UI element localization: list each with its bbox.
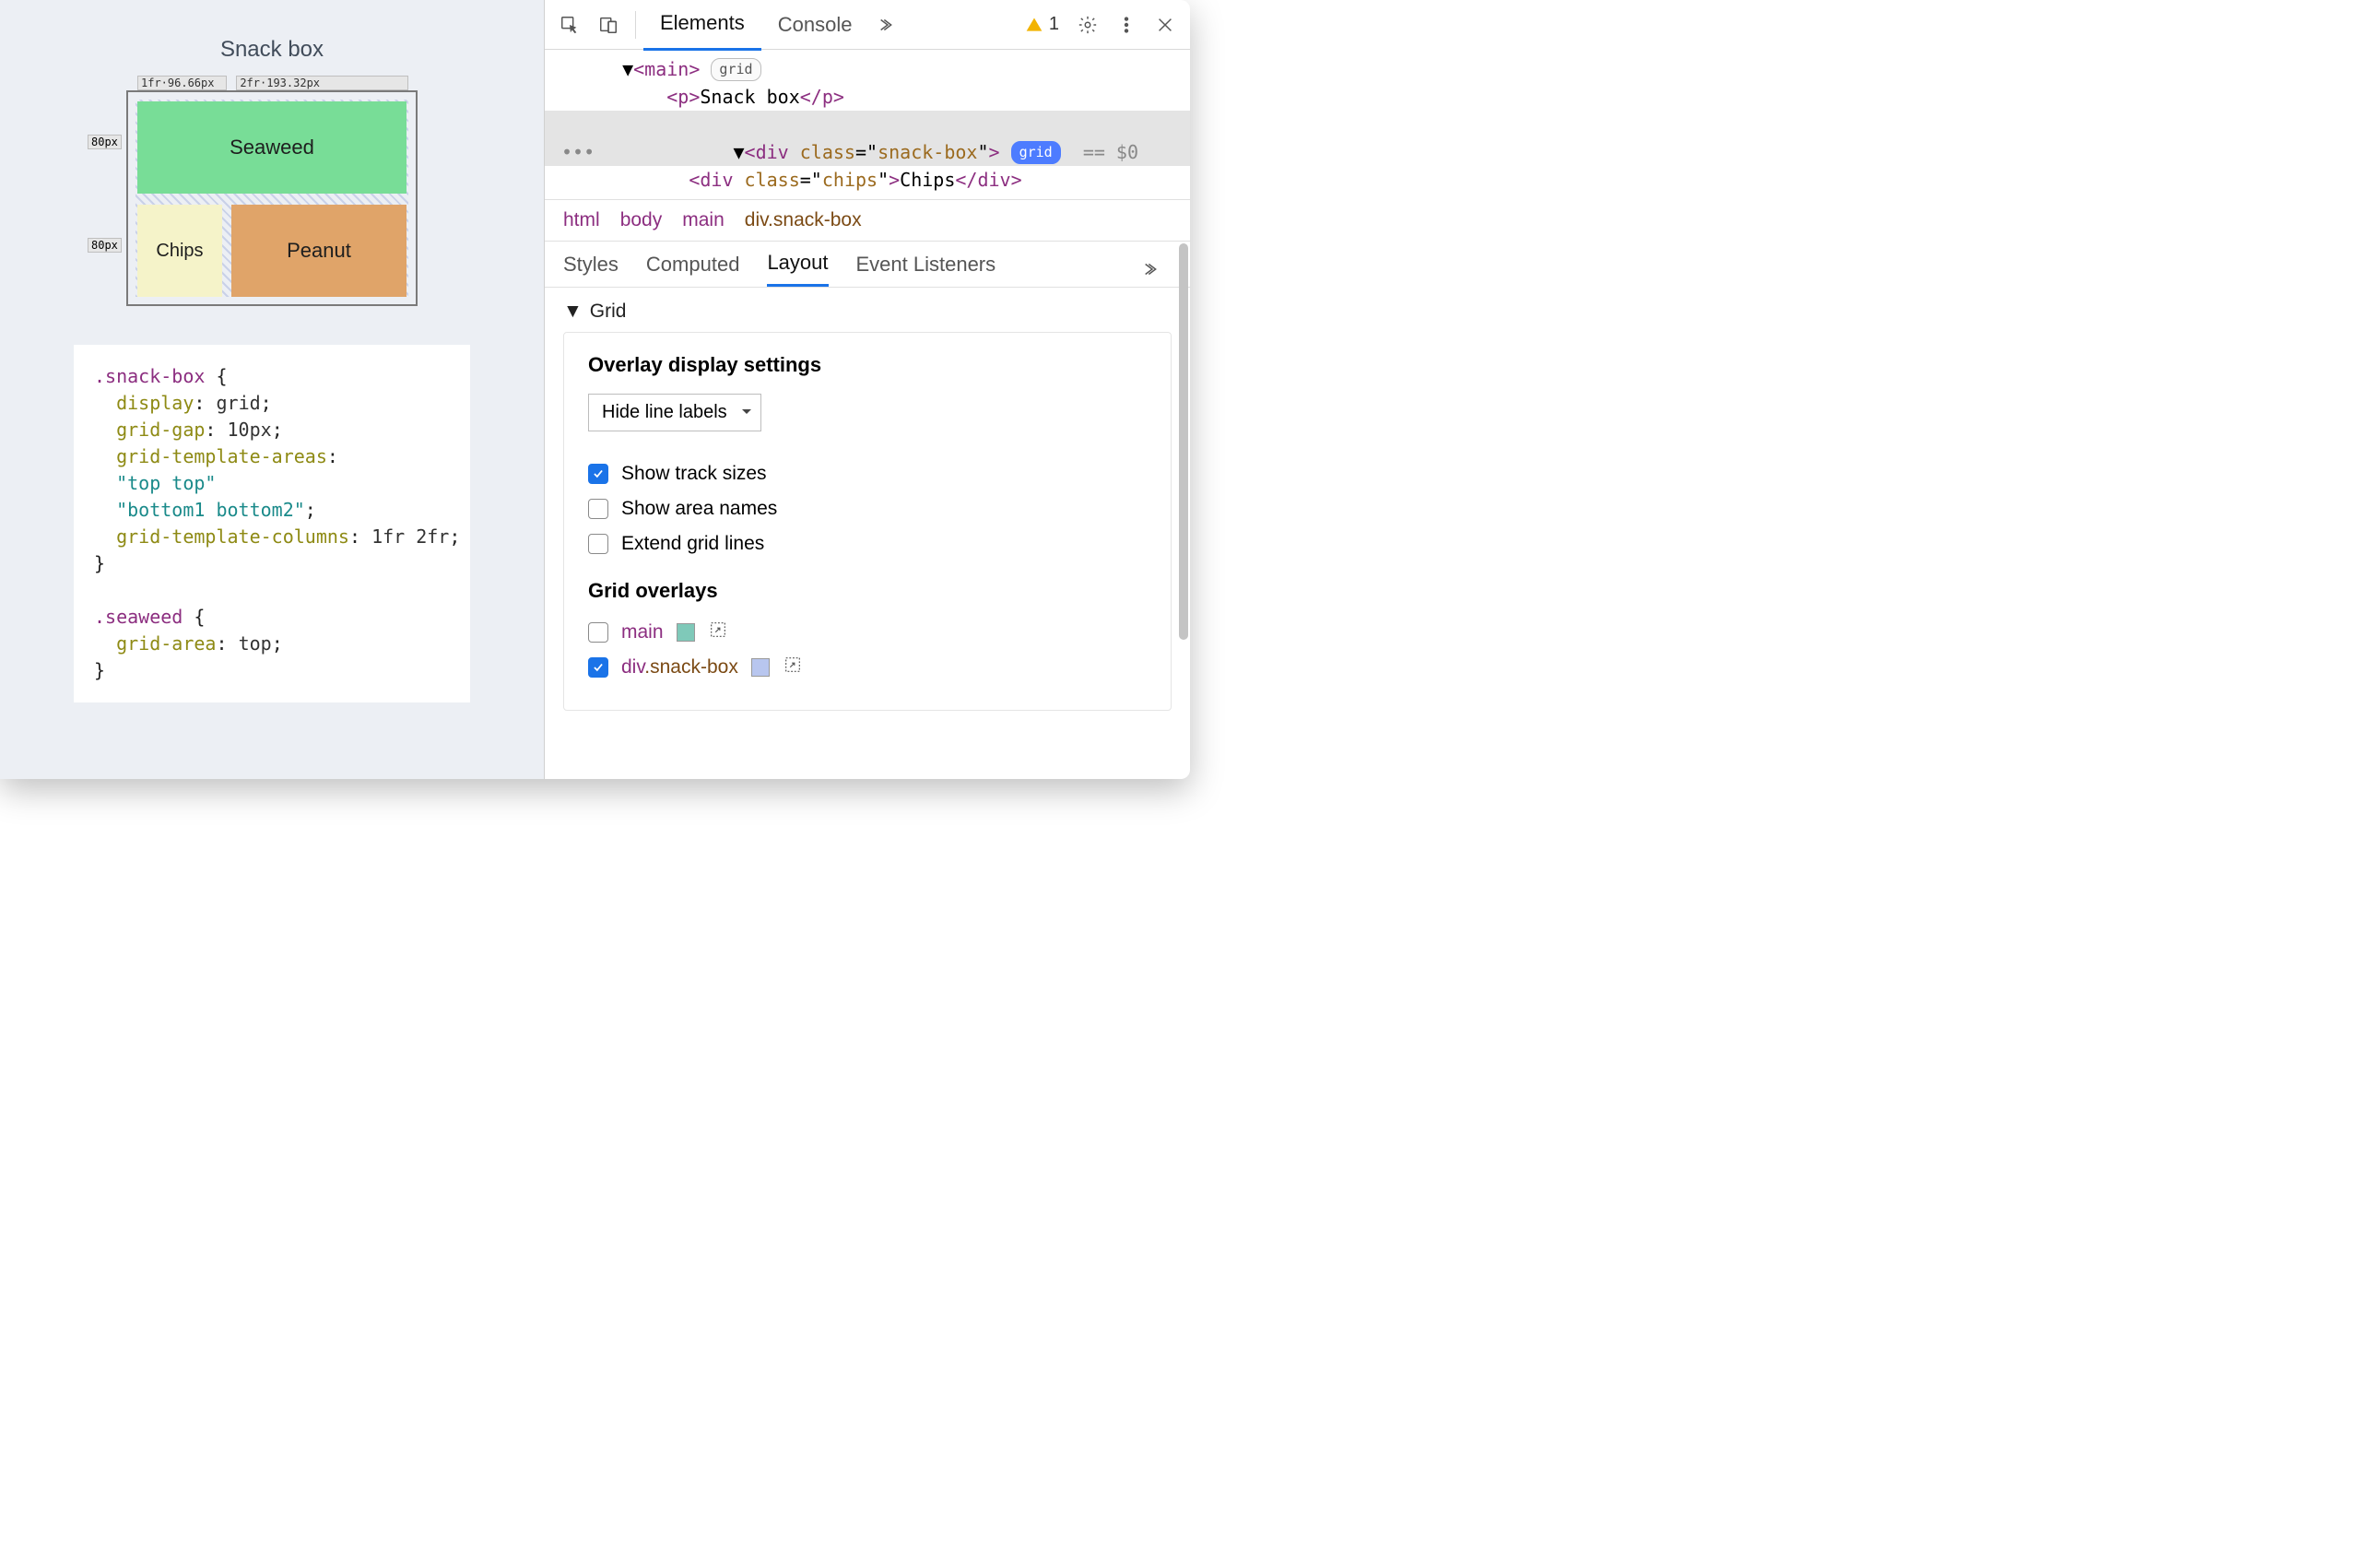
subtab-layout[interactable]: Layout bbox=[767, 251, 828, 287]
gear-icon[interactable] bbox=[1072, 9, 1103, 41]
more-subtabs-icon[interactable] bbox=[1137, 254, 1168, 285]
page-preview: Snack box 1fr·96.66px 2fr·193.32px 80px … bbox=[0, 0, 544, 779]
chk-extend-lines[interactable] bbox=[588, 534, 608, 554]
grid-item-chips: Chips bbox=[137, 205, 222, 297]
crumb-main[interactable]: main bbox=[682, 209, 725, 231]
col-track-label-0: 1fr·96.66px bbox=[137, 76, 227, 90]
col-track-label-1: 2fr·193.32px bbox=[236, 76, 408, 90]
overlay-row-main: main bbox=[588, 620, 1147, 645]
overlay-chk-main[interactable] bbox=[588, 622, 608, 643]
page-title: Snack box bbox=[220, 37, 324, 63]
tab-console[interactable]: Console bbox=[761, 0, 869, 50]
grid-section-toggle[interactable]: ▼ Grid bbox=[563, 288, 1172, 332]
grid-item-seaweed: Seaweed bbox=[137, 101, 406, 194]
overlay-name-main[interactable]: main bbox=[621, 621, 664, 643]
crumb-selected[interactable]: div.snack-box bbox=[745, 209, 862, 231]
dom-tree[interactable]: ▼<main> grid <p>Snack box</p> ••• ▼<div … bbox=[545, 50, 1190, 199]
inspect-icon[interactable] bbox=[554, 9, 585, 41]
grid-visualization: 1fr·96.66px 2fr·193.32px 80px 80px Seawe… bbox=[126, 90, 418, 306]
overlay-highlight-icon[interactable] bbox=[708, 620, 728, 645]
overlay-row-snackbox: div.snack-box bbox=[588, 655, 1147, 680]
subtab-computed[interactable]: Computed bbox=[646, 253, 740, 286]
row-track-label-1: 80px bbox=[88, 238, 122, 253]
kebab-icon[interactable] bbox=[1111, 9, 1142, 41]
layout-panel: ▼ Grid Overlay display settings Hide lin… bbox=[545, 288, 1190, 779]
subtab-event-listeners[interactable]: Event Listeners bbox=[856, 253, 996, 286]
overlay-settings-title: Overlay display settings bbox=[588, 353, 1147, 377]
crumb-body[interactable]: body bbox=[620, 209, 663, 231]
device-toggle-icon[interactable] bbox=[593, 9, 624, 41]
subtab-styles[interactable]: Styles bbox=[563, 253, 619, 286]
overlay-highlight-icon[interactable] bbox=[783, 655, 803, 680]
overlay-swatch-main[interactable] bbox=[677, 623, 695, 642]
warnings-badge[interactable]: 1 bbox=[1025, 14, 1059, 35]
grid-overlays-title: Grid overlays bbox=[588, 579, 1147, 603]
overlay-chk-snackbox[interactable] bbox=[588, 657, 608, 678]
breadcrumb[interactable]: html body main div.snack-box bbox=[545, 199, 1190, 242]
close-icon[interactable] bbox=[1149, 9, 1181, 41]
row-track-label-0: 80px bbox=[88, 135, 122, 149]
chk-area-names[interactable] bbox=[588, 499, 608, 519]
more-tabs-icon[interactable] bbox=[872, 9, 903, 41]
css-source-snippet: .snack-box { display: grid; grid-gap: 10… bbox=[74, 345, 470, 702]
grid-item-peanut: Peanut bbox=[231, 205, 406, 297]
styles-subtabs: Styles Computed Layout Event Listeners bbox=[545, 242, 1190, 288]
overlay-swatch-snackbox[interactable] bbox=[751, 658, 770, 677]
crumb-html[interactable]: html bbox=[563, 209, 600, 231]
tab-elements[interactable]: Elements bbox=[643, 0, 761, 51]
chk-track-sizes[interactable] bbox=[588, 464, 608, 484]
overlay-name-snackbox[interactable]: div.snack-box bbox=[621, 656, 738, 679]
dom-selected-node[interactable]: ••• ▼<div class="snack-box"> grid == $0 bbox=[545, 111, 1190, 166]
devtools-toolbar: Elements Console 1 bbox=[545, 0, 1190, 50]
devtools-panel: Elements Console 1 ▼<main> grid <p>Snack… bbox=[544, 0, 1190, 779]
line-labels-select[interactable]: Hide line labels bbox=[588, 394, 761, 431]
devtools-scrollbar[interactable] bbox=[1177, 50, 1190, 779]
